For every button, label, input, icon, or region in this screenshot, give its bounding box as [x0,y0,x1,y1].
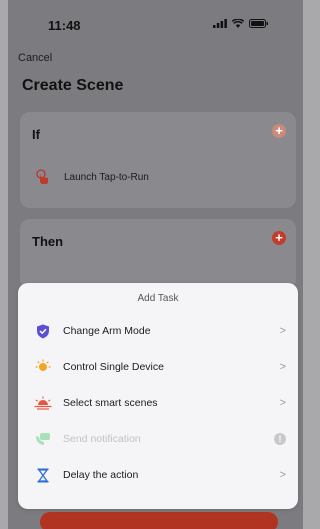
if-add-button[interactable]: + [272,124,286,138]
sheet-title: Add Task [137,293,179,304]
menu-item-select-smart-scenes[interactable]: Select smart scenes > [18,385,298,421]
menu-item-label: Delay the action [63,469,139,481]
menu-item-label: Change Arm Mode [63,325,151,337]
add-task-sheet: Add Task Change Arm Mode > Control Singl… [18,283,298,509]
menu-item-label: Control Single Device [63,361,164,373]
if-condition-row[interactable]: Launch Tap-to-Run [34,169,149,185]
status-icons [213,19,269,28]
wifi-icon [232,19,244,28]
status-bar: 11:48 [8,0,303,40]
save-button[interactable] [40,512,278,529]
sunrise-icon [34,394,52,412]
if-condition-label: Launch Tap-to-Run [64,171,149,183]
signal-icon [213,19,227,28]
menu-item-label: Select smart scenes [63,397,158,409]
then-heading: Then [32,234,64,249]
menu-item-control-single-device[interactable]: Control Single Device > [18,349,298,385]
if-card: If + Launch Tap-to-Run [20,112,296,208]
chevron-right-icon: > [279,361,286,373]
tap-hand-icon [36,169,48,184]
chevron-right-icon: > [279,469,286,481]
then-card: Then + [20,219,296,289]
chevron-right-icon: > [279,397,286,409]
hourglass-icon [34,466,52,484]
battery-icon [249,19,268,28]
menu-item-delay-the-action[interactable]: Delay the action > [18,457,298,493]
then-add-button[interactable]: + [272,231,286,245]
page-title: Create Scene [22,77,124,94]
light-bulb-icon [34,358,52,376]
if-heading: If [32,127,40,142]
menu-item-change-arm-mode[interactable]: Change Arm Mode > [18,313,298,349]
menu-item-send-notification[interactable]: Send notification ! [18,421,298,457]
notification-icon [34,430,52,448]
info-badge: ! [274,433,286,445]
status-time: 11:48 [48,18,81,33]
menu-item-label: Send notification [63,433,141,445]
shield-icon [34,322,52,340]
cancel-button[interactable]: Cancel [18,52,52,64]
chevron-right-icon: > [279,325,286,337]
